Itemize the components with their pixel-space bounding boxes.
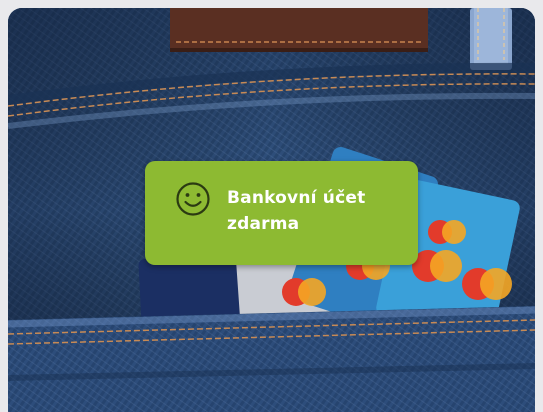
badge-label: Bankovní účet zdarma [227,188,366,234]
promo-card[interactable]: Bankovní účet zdarma [8,8,535,412]
smiley-icon [176,182,210,216]
free-account-badge[interactable]: Bankovní účet zdarma [145,161,418,265]
